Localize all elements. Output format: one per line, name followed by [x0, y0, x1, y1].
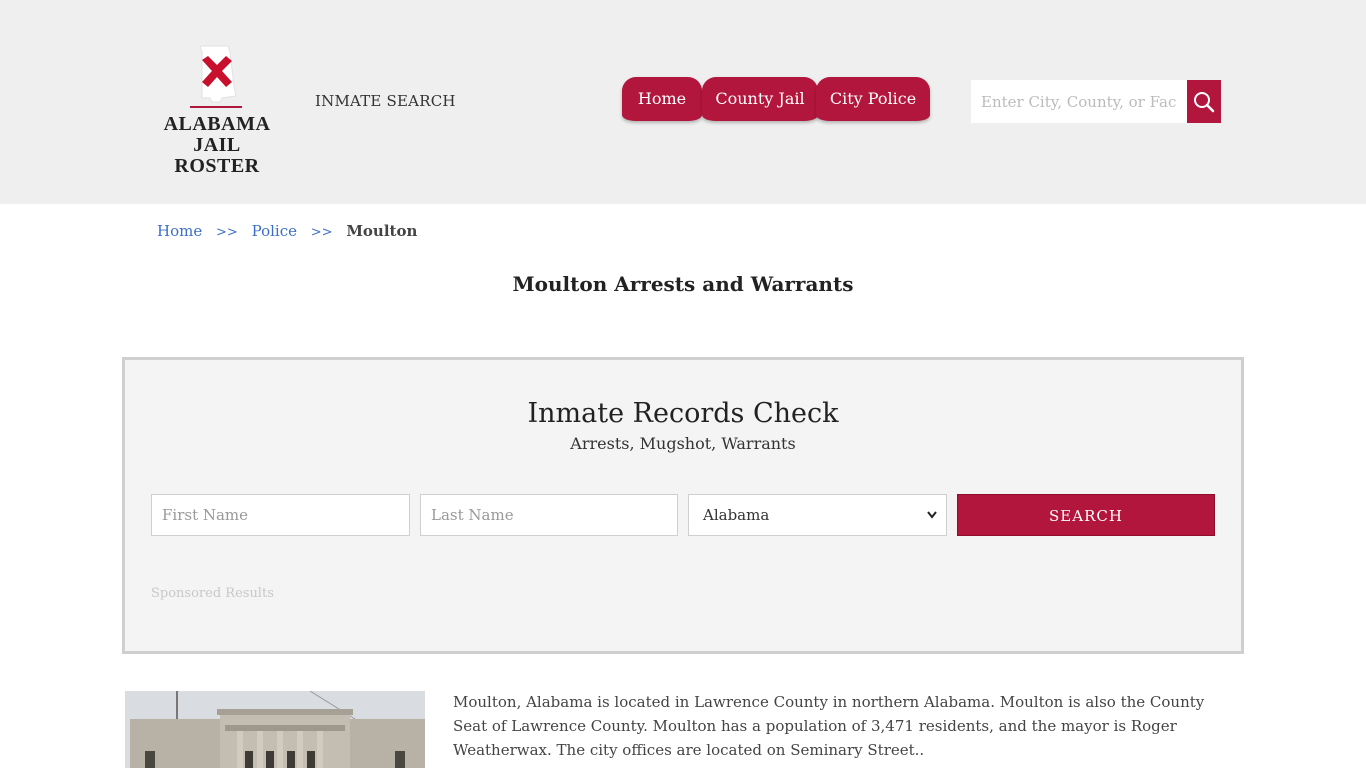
moulton-building-photo [125, 691, 425, 768]
logo-line-1: ALABAMA [163, 113, 271, 135]
building-image [125, 691, 425, 768]
logo-line-2: JAIL ROSTER [174, 134, 260, 177]
logo-wordmark: ALABAMA JAIL ROSTER [150, 114, 284, 177]
breadcrumb-current: Moulton [346, 222, 418, 240]
facility-search-input[interactable] [971, 80, 1187, 123]
header-search [971, 80, 1221, 123]
alabama-state-flag-icon [190, 45, 242, 108]
state-select[interactable]: Alabama [688, 494, 947, 536]
breadcrumb-separator: >> [310, 225, 333, 240]
header-search-button[interactable] [1187, 80, 1221, 123]
breadcrumb-home[interactable]: Home [157, 222, 202, 240]
nav-tab-county-jail[interactable]: County Jail [702, 77, 818, 121]
sponsored-results-label: Sponsored Results [151, 586, 274, 601]
site-header: ALABAMA JAIL ROSTER INMATE SEARCH Home C… [0, 0, 1366, 204]
breadcrumb-separator: >> [216, 225, 238, 240]
search-button[interactable]: SEARCH [957, 494, 1215, 536]
nav-tab-city-police[interactable]: City Police [816, 77, 930, 121]
chevron-down-icon [927, 511, 937, 519]
magnifier-icon [1194, 92, 1215, 113]
last-name-input[interactable] [420, 494, 678, 536]
records-title: Inmate Records Check [527, 398, 839, 429]
breadcrumb-police[interactable]: Police [252, 222, 297, 240]
inmate-records-panel: Inmate Records Check Arrests, Mugshot, W… [122, 357, 1244, 654]
page-title: Moulton Arrests and Warrants [512, 272, 854, 296]
site-logo[interactable]: ALABAMA JAIL ROSTER [150, 42, 284, 177]
first-name-input[interactable] [151, 494, 410, 536]
inmate-search-link[interactable]: INMATE SEARCH [315, 92, 456, 110]
breadcrumb: Home >> Police >> Moulton [157, 222, 417, 240]
nav-tab-home[interactable]: Home [622, 77, 702, 121]
city-intro-text: Moulton, Alabama is located in Lawrence … [453, 693, 1205, 759]
state-select-value: Alabama [703, 506, 770, 524]
records-subtitle: Arrests, Mugshot, Warrants [570, 434, 796, 453]
